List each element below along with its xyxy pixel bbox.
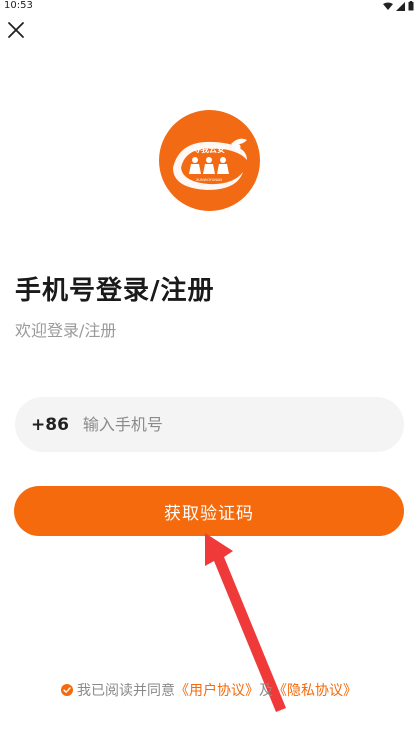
page-title: 手机号登录/注册 (15, 276, 215, 306)
app-logo: 寻我云安 XUNWOYUNAN (159, 110, 260, 211)
phone-field[interactable]: +86 (15, 397, 404, 452)
agreement-connector: 及 (259, 683, 273, 699)
page-subtitle: 欢迎登录/注册 (15, 321, 117, 340)
battery-icon (408, 1, 414, 11)
status-bar: 10:53 (0, 0, 418, 12)
close-icon (8, 22, 24, 38)
wifi-icon (383, 2, 393, 10)
user-agreement-link[interactable]: 《用户协议》 (175, 680, 259, 700)
country-code-selector[interactable]: +86 (31, 415, 69, 435)
status-time: 10:53 (4, 0, 33, 11)
status-icons (383, 1, 414, 11)
phone-input[interactable] (80, 414, 355, 435)
signal-icon (396, 1, 405, 11)
agreement-prefix: 我已阅读并同意 (77, 683, 175, 699)
close-button[interactable] (6, 20, 26, 40)
logo-text: 寻我云安 (193, 144, 225, 154)
logo-subtext: XUNWOYUNAN (196, 178, 222, 182)
privacy-agreement-link[interactable]: 《隐私协议》 (273, 680, 357, 700)
check-circle-icon[interactable] (61, 684, 73, 696)
logo-emblem: 寻我云安 XUNWOYUNAN (173, 138, 247, 190)
agreement-row: 我已阅读并同意 《用户协议》 及 《隐私协议》 (0, 680, 418, 700)
get-code-button[interactable]: 获取验证码 (14, 486, 404, 536)
